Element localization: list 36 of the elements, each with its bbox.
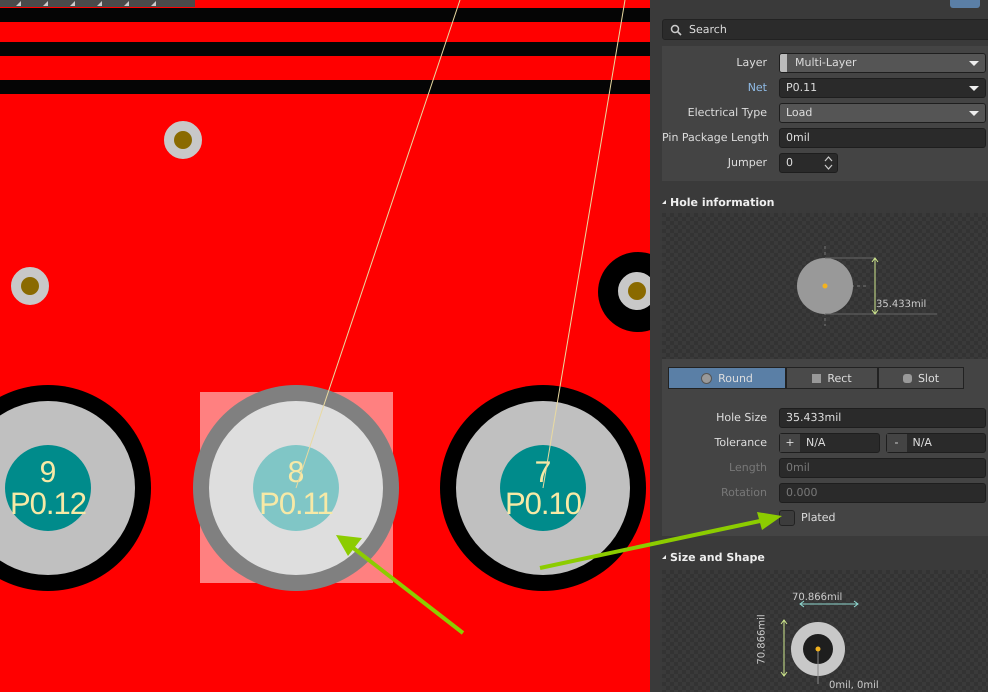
property-label: Layer: [735, 56, 767, 69]
minus-tolerance-field[interactable]: - N/A: [886, 432, 986, 452]
property-label: Electrical Type: [686, 106, 767, 119]
pad-net-label: P0.11: [259, 488, 333, 518]
plus-tolerance-field[interactable]: + N/A: [779, 432, 880, 452]
via: [618, 272, 650, 310]
dropdown[interactable]: P0.11: [779, 78, 986, 98]
property-label: Net: [746, 81, 767, 94]
property-label: Jumper: [726, 156, 767, 169]
shape-tab[interactable]: Slot: [878, 367, 964, 389]
pad-number: 9: [40, 458, 56, 488]
property-label: Pin Package Length: [662, 131, 767, 144]
width-dimension-label: 70.866mil: [792, 592, 842, 603]
property-label: Hole Size: [715, 411, 767, 424]
through-hole-pad[interactable]: 9 P0.12: [0, 385, 151, 591]
section-header[interactable]: Hole information: [662, 191, 988, 213]
height-dimension-label: 70.866mil: [756, 614, 768, 665]
spin-arrows-icon[interactable]: [824, 154, 833, 170]
offset-label: 0mil, 0mil: [829, 680, 879, 691]
text-field[interactable]: 35.433mil: [779, 408, 986, 428]
plated-checkbox[interactable]: Plated: [779, 510, 836, 526]
dropdown[interactable]: Load: [779, 102, 986, 122]
section-header[interactable]: Size and Shape: [662, 546, 988, 568]
text-field[interactable]: 0mil: [779, 128, 986, 148]
pad-net-label: P0.10: [504, 488, 581, 518]
via: [11, 267, 49, 305]
shape-tab[interactable]: Rect: [786, 367, 878, 389]
pad-net-label: P0.12: [10, 488, 86, 518]
spin-box[interactable]: 0: [779, 152, 838, 172]
layer-toolbar[interactable]: [0, 0, 195, 7]
via: [164, 121, 202, 159]
property-label: Tolerance: [714, 436, 767, 449]
search-icon: [670, 24, 682, 36]
dropdown[interactable]: Multi-Layer: [779, 52, 986, 72]
search-field[interactable]: Search: [662, 19, 988, 40]
dimension-label: 35.433mil: [876, 299, 926, 310]
